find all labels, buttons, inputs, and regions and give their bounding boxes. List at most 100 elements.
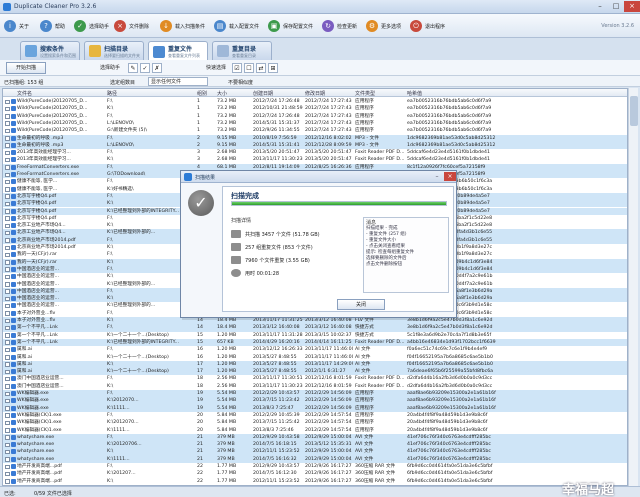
row-checkbox[interactable] <box>5 216 10 221</box>
row-checkbox[interactable] <box>5 260 10 265</box>
table-row[interactable]: 属和.ai K:\一个二十一个...(Desktop) 16 1.20 MB 2013/… <box>3 354 627 361</box>
row-checkbox[interactable] <box>5 209 10 214</box>
col-hash[interactable]: 哈希值 <box>407 90 422 97</box>
help-button[interactable]: ? 帮助 <box>40 18 65 34</box>
row-checkbox[interactable] <box>5 267 10 272</box>
table-row[interactable]: WK编辑器(CK)1.exe K:\1111... 20 5.84 MB 2013/8/… <box>3 427 627 434</box>
row-checkbox[interactable] <box>5 384 10 389</box>
close-button[interactable]: × <box>624 1 640 12</box>
row-checkbox[interactable] <box>5 325 10 331</box>
table-row[interactable]: whatyshare.exe K:\ 21 379 MB 2012/11/1 15:23… <box>3 448 627 456</box>
row-checkbox[interactable] <box>5 143 10 148</box>
row-checkbox[interactable] <box>5 121 10 126</box>
table-row[interactable]: Wild(PureCode)20120705_D... F:\ 1 73.2 MB 20… <box>3 113 627 120</box>
table-row[interactable]: 属和.ai K:\一个二十一个...(Desktop) 17 1.20 MB 2013/… <box>3 368 627 376</box>
row-checkbox[interactable] <box>5 245 10 250</box>
start-scan-button[interactable]: 开始扫描 <box>6 62 46 74</box>
row-checkbox[interactable] <box>5 230 10 236</box>
mark-icon[interactable]: ✓ <box>140 63 150 73</box>
col-name[interactable]: 文件名 <box>17 90 32 97</box>
row-checkbox[interactable] <box>5 114 10 119</box>
table-row[interactable]: Wild(PureCode)20120705_D... G:\新建文件夹 (5)\… <box>3 127 627 134</box>
table-row[interactable]: WK编辑器.exe K:\1111... 19 5.54 MB 2013/8/3 7:2… <box>3 404 627 412</box>
row-checkbox[interactable] <box>5 391 10 396</box>
row-checkbox[interactable] <box>5 274 10 280</box>
col-group[interactable]: 组别 <box>197 90 207 97</box>
row-checkbox[interactable] <box>5 479 10 484</box>
row-checkbox[interactable] <box>5 413 10 418</box>
row-checkbox[interactable] <box>5 318 10 323</box>
row-checkbox[interactable] <box>5 128 10 134</box>
row-checkbox[interactable] <box>5 252 10 258</box>
tab-search-criteria[interactable]: 搜索条件 设置搜索条件和范围 <box>20 41 80 60</box>
minimize-button[interactable]: – <box>592 1 608 12</box>
row-checkbox[interactable] <box>5 289 10 294</box>
row-checkbox[interactable] <box>5 201 10 207</box>
table-row[interactable]: WK编辑器(CK)1.exe K:\2012070... 20 5.84 MB 2013… <box>3 419 627 426</box>
row-checkbox[interactable] <box>5 442 10 448</box>
table-row[interactable]: 生命最初的呼吸 .mp3 L:\LENOVO\ 2 9.15 MB 2014/5/31 … <box>3 141 627 150</box>
row-checkbox[interactable] <box>5 223 10 229</box>
table-row[interactable]: 澳门中国酒店业运营... K:\ 18 2.56 MB 2013/11/17 11:30… <box>3 383 627 390</box>
row-checkbox[interactable] <box>5 296 10 302</box>
row-checkbox[interactable] <box>5 303 10 309</box>
tab-scan-location[interactable]: 扫描目录 选择要扫描的文件夹 <box>84 41 144 60</box>
row-checkbox[interactable] <box>5 172 10 177</box>
maximize-button[interactable]: □ <box>608 1 624 12</box>
scroll-thumb[interactable] <box>630 96 638 126</box>
row-checkbox[interactable] <box>5 376 10 382</box>
dialog-close-button[interactable]: × <box>444 172 456 181</box>
table-row[interactable]: 第一个不平凡...Lnk K:\已经整理到外部的INTEGRITY... 15 657… <box>3 338 627 347</box>
table-row[interactable]: Wild(PureCode)20120705_D... F:\ 1 73.2 MB 20… <box>3 98 627 105</box>
expand-icon[interactable]: ⊞ <box>268 63 278 73</box>
row-checkbox[interactable] <box>5 471 10 477</box>
row-checkbox[interactable] <box>5 457 10 462</box>
row-checkbox[interactable] <box>5 362 10 367</box>
row-checkbox[interactable] <box>5 194 10 199</box>
table-row[interactable]: whatyshare.exe F:\ 21 379 MB 2012/9/29 10:43… <box>3 433 627 442</box>
row-checkbox[interactable] <box>5 179 10 185</box>
delete-files-button[interactable]: × 文件删除 <box>114 18 149 34</box>
save-profile-button[interactable]: ▣ 保存配置文件 <box>268 18 313 34</box>
row-checkbox[interactable] <box>5 157 10 163</box>
col-type[interactable]: 文件类型 <box>355 90 375 97</box>
row-checkbox[interactable] <box>5 347 10 353</box>
table-row[interactable]: whatyshare.exe K:\20120706... 21 379 MB 2014… <box>3 441 627 449</box>
table-row[interactable]: Wild(PureCode)20120705_D... K:\ 1 73.2 MB 20… <box>3 105 627 112</box>
table-row[interactable]: 属和.ai F:\ 16 1.20 MB 2013/12/12 16:26:33 2013… <box>3 346 627 353</box>
check-update-button[interactable]: ↻ 检查更新 <box>322 18 357 34</box>
row-checkbox[interactable] <box>5 369 10 375</box>
col-path[interactable]: 路径 <box>107 90 117 97</box>
row-checkbox[interactable] <box>5 99 10 104</box>
row-checkbox[interactable] <box>5 340 10 345</box>
row-checkbox[interactable] <box>5 165 10 170</box>
row-checkbox[interactable] <box>5 406 10 411</box>
load-profile-button[interactable]: ▤ 载入配置文件 <box>214 18 259 34</box>
row-checkbox[interactable] <box>5 187 10 192</box>
select-all-icon[interactable]: ☑ <box>232 63 242 73</box>
invert-icon[interactable]: ⇄ <box>256 63 266 73</box>
selection-assistant-button[interactable]: ✓ 选择助手 <box>74 18 109 34</box>
dialog-minimize-button[interactable]: – <box>431 172 443 181</box>
table-row[interactable]: 2013年高效能经理学习... K:\ 3 2.68 MB 2013/11/17 11:… <box>3 156 627 163</box>
select-none-icon[interactable]: ☐ <box>244 63 254 73</box>
vertical-scrollbar[interactable] <box>628 88 638 486</box>
row-checkbox[interactable] <box>5 420 10 426</box>
about-button[interactable]: i 关于 <box>4 18 29 34</box>
row-checkbox[interactable] <box>5 106 10 112</box>
load-scan-button[interactable]: ↓ 载入扫描条件 <box>160 18 205 34</box>
table-row[interactable]: 属和.ai K:\ 17 1.20 MB 2013/5/27 8:48:55 2013/1… <box>3 360 627 369</box>
row-checkbox[interactable] <box>5 238 10 243</box>
edit-icon[interactable]: ✎ <box>128 63 138 73</box>
col-modified[interactable]: 修改日期 <box>305 90 325 97</box>
table-row[interactable]: whatyshare.exe K:\1111... 21 379 MB 2014/7/5… <box>3 455 627 463</box>
row-checkbox[interactable] <box>5 333 10 338</box>
table-row[interactable]: 第一个不平凡...Lnk K:\一个二十一个...(Desktop) 15 1.20 … <box>3 332 627 339</box>
col-size[interactable]: 大小 <box>217 90 227 97</box>
row-checkbox[interactable] <box>5 449 10 455</box>
table-row[interactable]: 地产开发商高端...pdf K:\ 22 1.77 MB 2012/11/1 15:23… <box>3 478 627 485</box>
table-row[interactable]: 澳门中国酒店业运营... F:\ 18 2.56 MB 2013/11/17 11:30… <box>3 375 627 382</box>
display-filter-select[interactable]: 显示任何文件 <box>148 77 208 86</box>
row-checkbox[interactable] <box>5 136 10 141</box>
row-checkbox[interactable] <box>5 282 10 287</box>
